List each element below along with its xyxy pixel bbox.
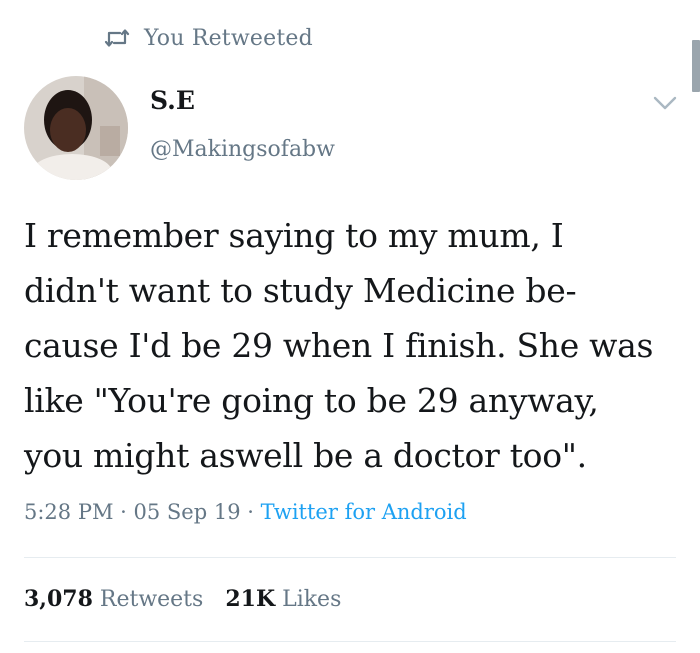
retweet-icon — [104, 28, 130, 48]
author-handle[interactable]: @Makingsofabw — [150, 137, 335, 162]
tweet-time[interactable]: 5:28 PM — [24, 500, 113, 524]
likes-label: Likes — [282, 587, 342, 612]
author-display-name[interactable]: S.E — [150, 86, 195, 115]
likes-stat[interactable]: 21K Likes — [225, 586, 342, 612]
tweet-date[interactable]: 05 Sep 19 — [134, 500, 241, 524]
tweet-meta: 5:28 PM · 05 Sep 19 · Twitter for Androi… — [24, 500, 467, 524]
divider — [24, 557, 676, 558]
divider — [24, 641, 676, 642]
chevron-down-icon[interactable] — [652, 93, 678, 113]
likes-count: 21K — [225, 586, 276, 612]
retweets-stat[interactable]: 3,078 Retweets — [24, 586, 204, 612]
tweet-source-link[interactable]: Twitter for Android — [261, 500, 467, 524]
retweets-label: Retweets — [99, 587, 204, 612]
scrollbar-thumb[interactable] — [692, 40, 700, 92]
tweet-text: I remember saying to my mum, I didn't wa… — [24, 216, 654, 475]
avatar[interactable] — [24, 76, 128, 180]
retweet-label: You Retweeted — [144, 25, 313, 51]
tweet-stats: 3,078 Retweets 21K Likes — [24, 586, 341, 612]
retweets-count: 3,078 — [24, 586, 93, 612]
meta-separator: · — [240, 500, 261, 524]
retweet-banner: You Retweeted — [104, 22, 313, 54]
meta-separator: · — [113, 500, 134, 524]
